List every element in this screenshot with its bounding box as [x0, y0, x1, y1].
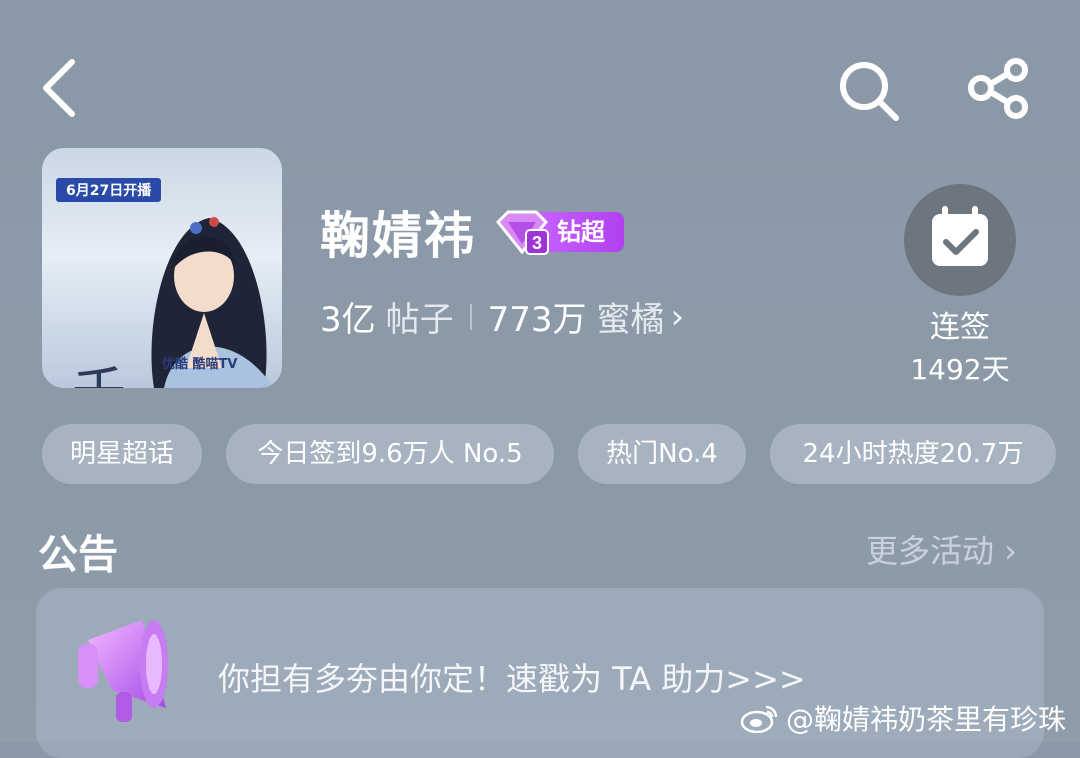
chip-daily-signin[interactable]: 今日签到9.6万人 No.5: [226, 424, 554, 484]
share-button[interactable]: [966, 58, 1032, 120]
posts-label: 帖子: [385, 300, 454, 340]
topic-level-badge[interactable]: 钻超 3: [494, 208, 626, 256]
cover-calligraphy: 千: [72, 348, 126, 388]
megaphone-icon: [70, 610, 190, 730]
signin-button[interactable]: [904, 184, 1016, 296]
back-icon: [43, 59, 75, 117]
chip-24h-heat[interactable]: 24小时热度20.7万: [770, 424, 1056, 484]
badge-level: 3: [532, 233, 542, 253]
watermark-text: @鞠婧祎奶茶里有珍珠: [786, 703, 1067, 736]
cover-brand-logos: 优酷 酷喵TV: [162, 357, 238, 372]
search-button[interactable]: [836, 58, 902, 124]
signin-label: 连签: [930, 310, 990, 345]
share-icon: [968, 58, 1028, 119]
stats-divider: [469, 303, 472, 330]
chip-hot-rank[interactable]: 热门No.4: [578, 424, 746, 484]
topic-cover-image[interactable]: 6月27日开播 千 香 优酷 酷喵TV: [42, 148, 282, 388]
fans-count: 773万: [487, 300, 587, 340]
chevron-right-icon: ›: [670, 296, 685, 337]
weibo-logo-icon: [740, 705, 778, 733]
topic-title: 鞠婧祎: [320, 207, 476, 265]
notice-text[interactable]: 你担有多夯由你定！速戳为 TA 助力>>>: [218, 654, 806, 700]
weibo-watermark: @鞠婧祎奶茶里有珍珠: [740, 698, 1066, 738]
notice-title: 公告: [38, 532, 118, 578]
chip-star-topic[interactable]: 明星超话: [42, 424, 202, 484]
posts-count: 3亿: [320, 300, 376, 340]
calendar-check-icon: [932, 206, 988, 266]
diamond-icon: 3: [495, 210, 549, 255]
fans-label: 蜜橘: [596, 300, 665, 340]
back-button[interactable]: [36, 56, 86, 120]
search-icon: [840, 62, 899, 121]
signin-days: 1492天: [910, 353, 1010, 386]
topic-stats[interactable]: 3亿 帖子 773万 蜜橘 ›: [320, 292, 684, 341]
more-activities-link[interactable]: 更多活动 ›: [866, 526, 1017, 572]
